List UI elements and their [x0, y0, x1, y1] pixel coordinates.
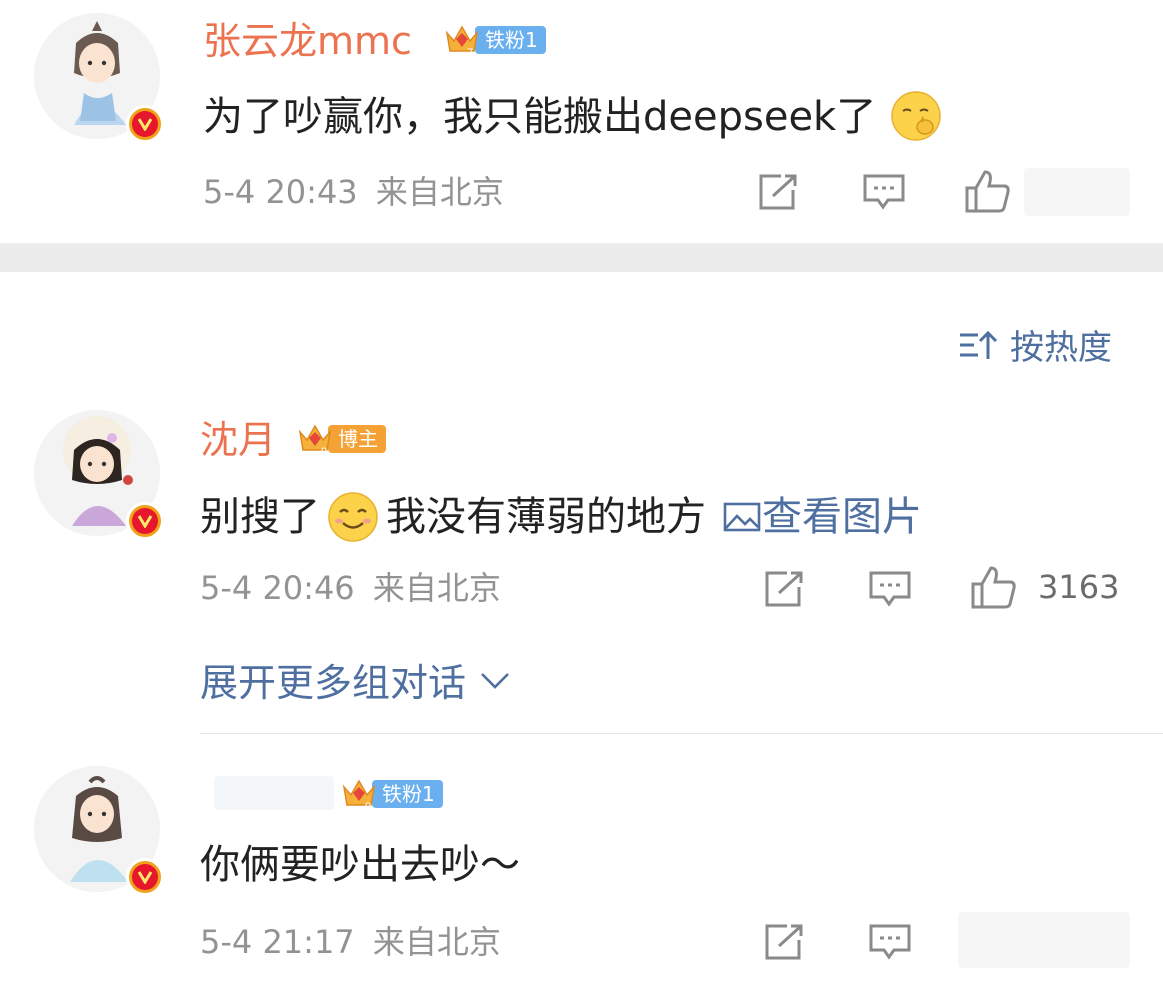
comment-text-part: 别搜了 [200, 494, 320, 540]
share-icon[interactable] [763, 569, 807, 609]
verified-v-icon [126, 105, 164, 143]
expand-more-label: 展开更多组对话 [200, 661, 467, 705]
shushing-face-icon [891, 91, 941, 141]
avatar[interactable] [34, 13, 164, 143]
comment-meta: 5-4 21:17 来自北京 [200, 926, 501, 958]
comment-text: 你俩要吵出去吵～ [200, 842, 520, 888]
fan-badge-label: 铁粉1 [475, 26, 546, 54]
section-divider [0, 243, 1163, 272]
comment-icon[interactable] [868, 922, 912, 962]
share-icon[interactable] [763, 922, 807, 962]
fan-badge-label: 铁粉1 [372, 780, 443, 808]
image-icon [723, 502, 761, 532]
fan-badge[interactable]: 7 铁粉1 [443, 21, 546, 59]
comment-time: 5-4 20:46 [200, 569, 355, 607]
comment-text-part: 我没有薄弱的地方 [386, 494, 706, 540]
comment-icon[interactable] [862, 172, 906, 212]
divider [200, 733, 1163, 734]
crown-icon: 7 [443, 21, 481, 59]
view-image-link[interactable]: 查看图片 [722, 497, 922, 537]
sort-icon [960, 330, 998, 359]
svg-text:9: 9 [321, 446, 327, 458]
verified-v-icon [126, 858, 164, 896]
thumbs-up-icon [971, 566, 1016, 609]
sort-button[interactable]: 按热度 [958, 320, 1112, 369]
comment-meta: 5-4 20:46 来自北京 [200, 572, 501, 604]
svg-text:7: 7 [467, 47, 473, 59]
comment-location: 来自北京 [372, 923, 501, 961]
like-count: 3163 [1038, 568, 1120, 606]
avatar[interactable] [34, 766, 164, 896]
thumbs-up-icon[interactable] [964, 168, 1012, 214]
comment-meta: 5-4 20:43 来自北京 [203, 176, 504, 208]
comment-time: 5-4 21:17 [200, 923, 355, 961]
verified-v-icon [126, 502, 164, 540]
comment-text: 为了吵赢你，我只能搬出deepseek了 [203, 91, 943, 143]
crown-icon: 9 [340, 775, 378, 813]
comment-icon[interactable] [868, 569, 912, 609]
blurred-region [958, 912, 1130, 968]
comment-location: 来自北京 [375, 173, 504, 211]
comment-text: 别搜了 我没有薄弱的地方 查看图片 [200, 490, 922, 544]
comment-location: 来自北京 [372, 569, 501, 607]
svg-text:9: 9 [365, 801, 371, 813]
share-icon[interactable] [757, 172, 801, 212]
host-badge-label: 博主 [328, 425, 386, 453]
avatar[interactable] [34, 410, 164, 540]
crown-icon: 9 [296, 420, 334, 458]
sort-label: 按热度 [1010, 328, 1112, 368]
blurred-username [214, 776, 334, 810]
comment-text-content: 为了吵赢你，我只能搬出deepseek了 [203, 94, 877, 140]
expand-more-button[interactable]: 展开更多组对话 [200, 652, 512, 707]
view-image-label: 查看图片 [762, 494, 922, 540]
chevron-down-icon [481, 672, 509, 689]
fan-badge[interactable]: 9 博主 [296, 420, 386, 458]
comment-time: 5-4 20:43 [203, 173, 358, 211]
username[interactable]: 沈月 [200, 421, 276, 459]
blurred-region [1024, 168, 1130, 216]
fan-badge[interactable]: 9 铁粉1 [340, 775, 443, 813]
smiling-face-icon [328, 492, 378, 542]
like-button[interactable]: 3163 [970, 564, 1119, 610]
username[interactable]: 张云龙mmc [203, 22, 412, 60]
